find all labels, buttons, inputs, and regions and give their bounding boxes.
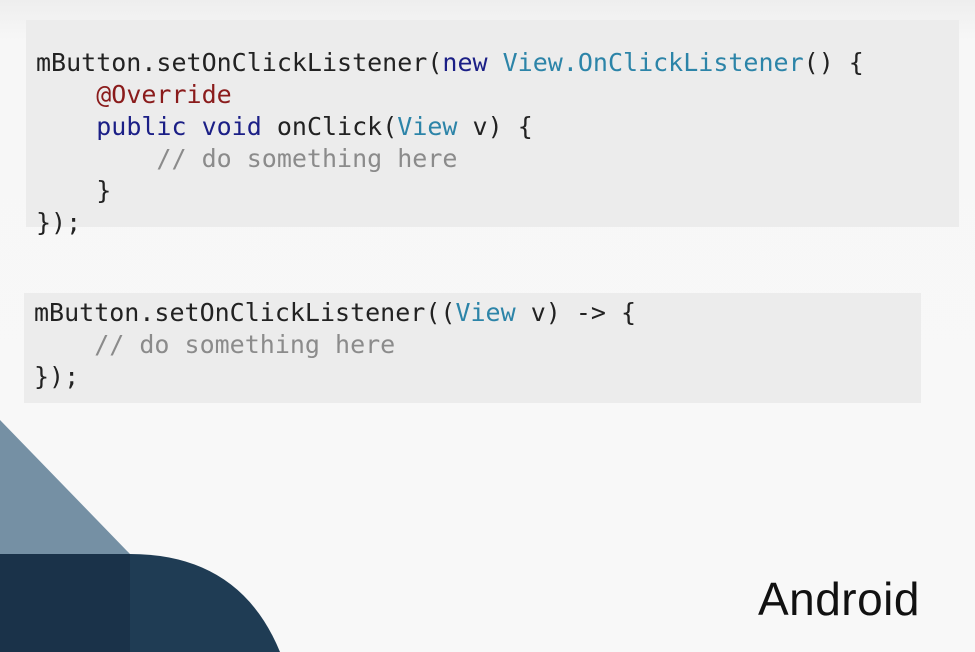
code-line: }); (36, 207, 959, 239)
decor-band-shape (0, 554, 130, 652)
decor-triangle-shape (0, 420, 130, 554)
code-token: View (397, 112, 458, 141)
android-brand-label: Android (757, 573, 920, 625)
code-line: mButton.setOnClickListener(new View.OnCl… (36, 47, 959, 79)
code-line: // do something here (34, 329, 921, 361)
code-token: // do something here (34, 330, 396, 359)
code-token: }); (36, 208, 82, 237)
code-token: v) { (457, 112, 533, 141)
code-token: v) -> { (515, 298, 637, 327)
code-token: } (36, 176, 112, 205)
code-line: public void onClick(View v) { (36, 111, 959, 143)
code-token: View.OnClickListener (502, 48, 804, 77)
code-token: mButton.setOnClickListener(( (34, 298, 456, 327)
corner-decoration (0, 420, 280, 652)
code-token: new (442, 48, 503, 77)
anonymous-class-code-block: mButton.setOnClickListener(new View.OnCl… (26, 20, 959, 237)
code-token: public void (96, 112, 277, 141)
code-token: @Override (96, 80, 232, 109)
code-token: View (455, 298, 516, 327)
code-token: () { (803, 48, 864, 77)
code-line: }); (34, 361, 921, 393)
code-line: @Override (36, 79, 959, 111)
code-line: mButton.setOnClickListener((View v) -> { (34, 297, 921, 329)
code-token: mButton.setOnClickListener( (36, 48, 443, 77)
code-token: }); (34, 362, 80, 391)
code-token: onClick( (276, 112, 398, 141)
lambda-code-block: mButton.setOnClickListener((View v) -> {… (24, 293, 921, 403)
code-line: } (36, 175, 959, 207)
code-token: // do something here (36, 144, 458, 173)
code-line: // do something here (36, 143, 959, 175)
